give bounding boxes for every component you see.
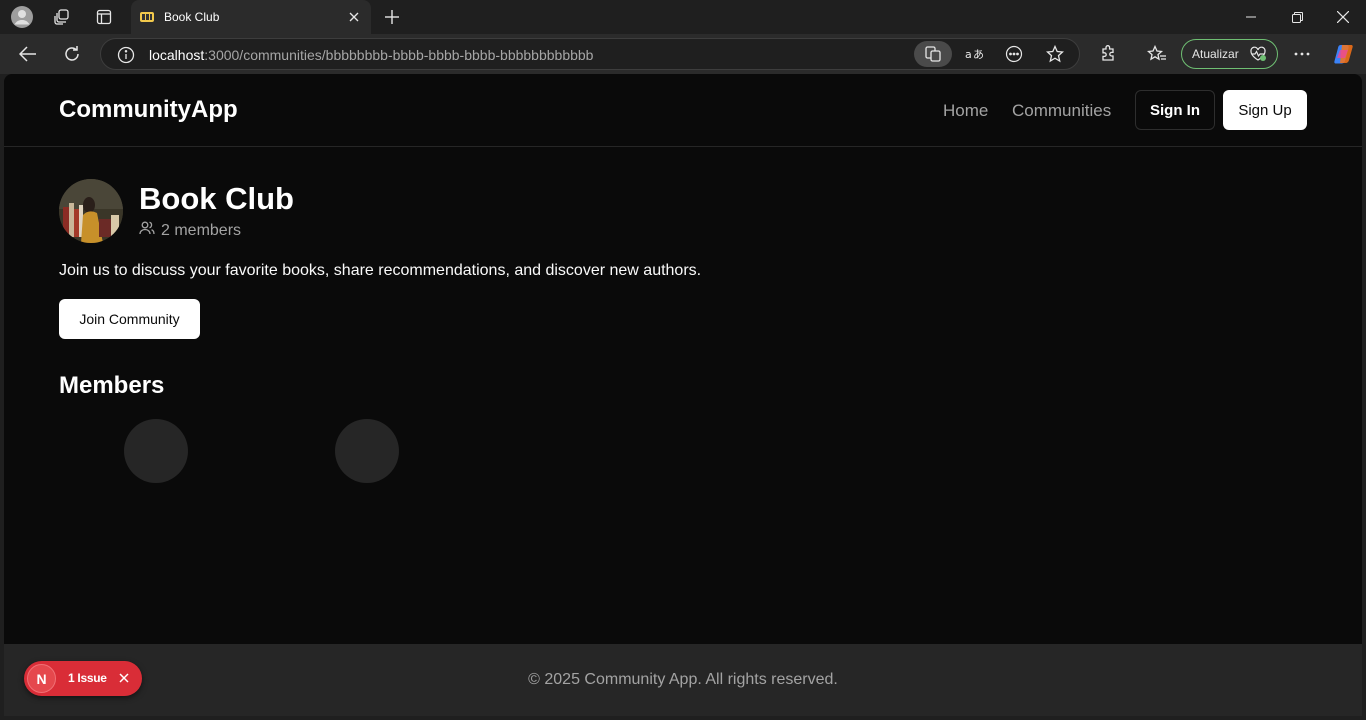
sign-in-button[interactable]: Sign In	[1135, 90, 1215, 130]
browser-tab-bar: Book Club	[0, 0, 1366, 34]
dev-issues-badge[interactable]: N 1 Issue	[24, 661, 142, 696]
nextjs-logo-icon: N	[27, 664, 56, 693]
close-tab-icon[interactable]	[343, 6, 365, 28]
member-count: 2 members	[139, 220, 241, 241]
page-viewport: CommunityApp Home Communities Sign In Si…	[4, 74, 1362, 716]
copilot-icon[interactable]	[1329, 40, 1359, 68]
community-description: Join us to discuss your favorite books, …	[59, 262, 702, 279]
nav-communities-link[interactable]: Communities	[1012, 101, 1111, 121]
nav-home-link[interactable]: Home	[943, 101, 988, 121]
more-actions-icon[interactable]	[997, 41, 1031, 67]
brand-logo[interactable]: CommunityApp	[59, 96, 238, 124]
footer-copyright: © 2025 Community App. All rights reserve…	[528, 671, 838, 688]
minimize-window-icon[interactable]	[1228, 0, 1274, 34]
app-available-icon[interactable]	[914, 41, 952, 67]
favorites-icon[interactable]	[1142, 40, 1172, 68]
community-avatar	[59, 179, 123, 243]
member-avatar[interactable]	[335, 419, 399, 483]
settings-more-icon[interactable]	[1287, 40, 1317, 68]
tab-book-club[interactable]: Book Club	[131, 0, 371, 34]
issue-count-label[interactable]: 1 Issue	[68, 671, 107, 685]
address-bar[interactable]: localhost:3000/communities/bbbbbbbb-bbbb…	[100, 38, 1080, 70]
url-text[interactable]: localhost:3000/communities/bbbbbbbb-bbbb…	[149, 47, 593, 63]
member-avatar[interactable]	[124, 419, 188, 483]
vertical-tabs-icon[interactable]	[90, 4, 118, 30]
update-label: Atualizar	[1192, 47, 1239, 61]
update-button[interactable]: Atualizar	[1181, 39, 1278, 69]
site-footer: © 2025 Community App. All rights reserve…	[4, 644, 1362, 716]
browser-toolbar: localhost:3000/communities/bbbbbbbb-bbbb…	[0, 34, 1366, 74]
close-window-icon[interactable]	[1320, 0, 1366, 34]
favorite-star-icon[interactable]	[1038, 41, 1072, 67]
url-path: :3000/communities/bbbbbbbb-bbbb-bbbb-bbb…	[204, 47, 594, 63]
page-favicon-icon	[139, 9, 155, 25]
read-aloud-icon[interactable]: aあ	[957, 41, 991, 67]
health-heart-icon	[1249, 46, 1267, 65]
sign-up-button[interactable]: Sign Up	[1223, 90, 1307, 130]
members-heading: Members	[59, 372, 165, 399]
svg-text:a: a	[965, 48, 972, 61]
new-tab-icon[interactable]	[378, 4, 406, 30]
extensions-icon[interactable]	[1093, 40, 1123, 68]
join-community-button[interactable]: Join Community	[59, 299, 200, 339]
site-header: CommunityApp Home Communities Sign In Si…	[4, 74, 1362, 147]
community-title: Book Club	[139, 181, 294, 216]
workspaces-icon[interactable]	[48, 4, 76, 30]
close-icon[interactable]	[116, 670, 132, 686]
profile-avatar-icon[interactable]	[8, 4, 36, 30]
tab-title: Book Club	[164, 10, 220, 24]
svg-text:あ: あ	[973, 48, 984, 61]
back-arrow-icon[interactable]	[13, 40, 43, 68]
reload-icon[interactable]	[57, 40, 87, 68]
site-info-icon[interactable]	[117, 46, 135, 64]
users-icon	[139, 220, 155, 241]
restore-window-icon[interactable]	[1274, 0, 1320, 34]
member-count-text: 2 members	[161, 221, 242, 239]
url-host: localhost	[149, 47, 205, 63]
